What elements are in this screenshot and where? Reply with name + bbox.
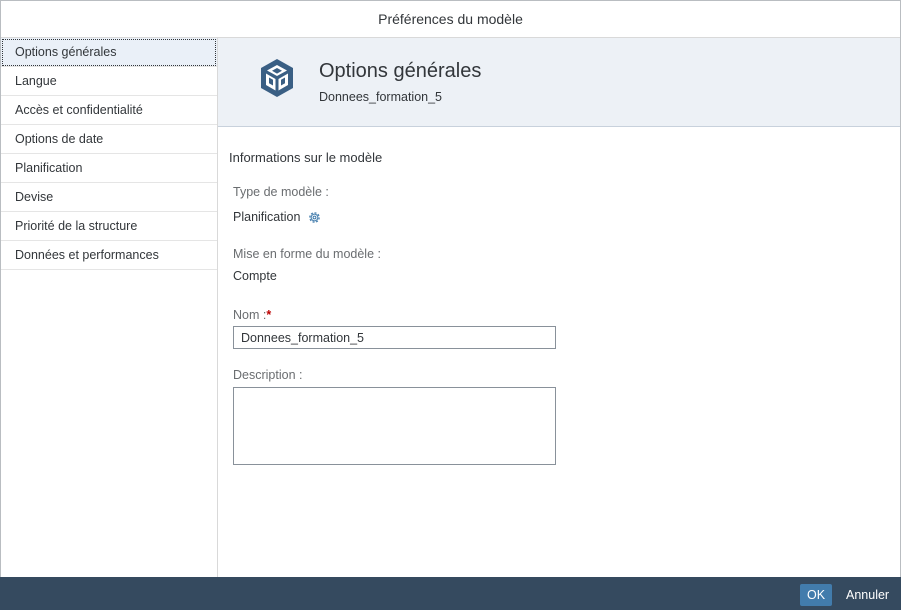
dialog-title: Préférences du modèle <box>378 11 523 27</box>
sidebar-item-language[interactable]: Langue <box>1 67 217 96</box>
sidebar-item-label: Planification <box>15 161 83 175</box>
sidebar-item-label: Options générales <box>15 45 117 59</box>
sidebar-item-structure-priority[interactable]: Priorité de la structure <box>1 212 217 241</box>
name-label-text: Nom : <box>233 308 267 322</box>
header-subtitle: Donnees_formation_5 <box>319 90 442 104</box>
sidebar-item-date-options[interactable]: Options de date <box>1 125 217 154</box>
sidebar-item-data-performance[interactable]: Données et performances <box>1 241 217 270</box>
sidebar-item-currency[interactable]: Devise <box>1 183 217 212</box>
name-input[interactable] <box>233 326 556 349</box>
description-label: Description : <box>233 368 303 382</box>
sidebar-item-label: Devise <box>15 190 54 204</box>
gear-icon[interactable] <box>307 210 322 225</box>
header-title: Options générales <box>319 60 482 82</box>
name-label: Nom :* <box>233 308 271 322</box>
sidebar-item-label: Options de date <box>15 132 104 146</box>
model-cube-icon <box>261 59 293 97</box>
sidebar-item-label: Priorité de la structure <box>15 219 138 233</box>
sidebar-item-label: Accès et confidentialité <box>15 103 143 117</box>
model-type-label: Type de modèle : <box>233 185 329 199</box>
sidebar-item-label: Langue <box>15 74 57 88</box>
model-type-value-row: Planification <box>233 208 322 225</box>
dialog-header: Préférences du modèle <box>1 1 900 38</box>
model-format-value: Compte <box>233 269 277 283</box>
model-format-label: Mise en forme du modèle : <box>233 247 381 261</box>
object-header: Options générales Donnees_formation_5 <box>218 38 900 127</box>
sidebar-item-planning[interactable]: Planification <box>1 154 217 183</box>
required-marker: * <box>266 308 272 322</box>
dialog-footer: OK Annuler <box>0 577 901 610</box>
sidebar: Options générales Langue Accès et confid… <box>1 38 218 578</box>
description-textarea[interactable] <box>233 387 556 465</box>
content-pane: Options générales Donnees_formation_5 In… <box>218 38 900 578</box>
model-type-value: Planification <box>233 209 301 224</box>
sidebar-item-label: Données et performances <box>15 248 159 262</box>
section-title: Informations sur le modèle <box>229 150 383 165</box>
model-preferences-dialog: Préférences du modèle Options générales … <box>0 0 901 610</box>
ok-button[interactable]: OK <box>800 584 832 606</box>
sidebar-item-general-options[interactable]: Options générales <box>1 38 217 67</box>
sidebar-item-access-privacy[interactable]: Accès et confidentialité <box>1 96 217 125</box>
cancel-button[interactable]: Annuler <box>840 584 895 606</box>
